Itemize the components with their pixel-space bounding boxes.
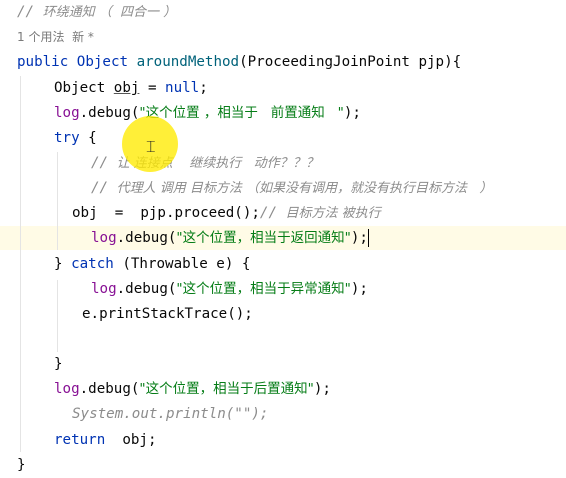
text-caret	[367, 229, 369, 247]
close-brace: }	[17, 457, 26, 473]
usage-hint-label[interactable]: 1 个用法 新 *	[17, 30, 94, 44]
usage-hint[interactable]: 1 个用法 新 *	[17, 25, 566, 49]
method-name[interactable]: aroundMethod	[137, 54, 240, 70]
call-end: );	[343, 105, 361, 121]
indent-guide	[57, 152, 58, 250]
debug-call: .debug(	[116, 230, 177, 246]
string-literal: "这个位置 ，相当于 前置通知 "	[139, 105, 344, 121]
print-stack-call: e.printStackTrace();	[82, 306, 253, 322]
string-literal: "这个位置，相当于返回通知"	[176, 230, 351, 246]
comment-slashes: //	[259, 205, 286, 221]
log-field[interactable]: log	[91, 230, 117, 246]
code-line-sysout[interactable]: System.out.println("");	[72, 402, 566, 426]
open-brace: {	[79, 130, 97, 146]
log-field[interactable]: log	[91, 281, 117, 297]
modifiers: public Object	[17, 54, 137, 70]
method-params: (ProceedingJoinPoint pjp){	[239, 54, 462, 70]
code-line-log-before[interactable]: log.debug("这个位置 ，相当于 前置通知 ");	[54, 101, 566, 125]
code-line-log-exception[interactable]: log.debug("这个位置，相当于异常通知");	[91, 277, 566, 301]
return-value: obj;	[105, 432, 157, 448]
comment-text: 环绕通知 （ 四合一 ）	[42, 5, 177, 20]
debug-call: .debug(	[79, 105, 140, 121]
variable-obj[interactable]: obj	[114, 80, 140, 96]
call-end: );	[313, 381, 331, 397]
code-line-log-after[interactable]: log.debug("这个位置，相当于后置通知");	[54, 377, 566, 401]
code-line-log-return[interactable]: log.debug("这个位置，相当于返回通知");	[91, 226, 566, 250]
code-line-close-try[interactable]: }	[54, 352, 566, 376]
code-line-close-method[interactable]: }	[17, 453, 566, 477]
catch-keyword: catch	[71, 256, 114, 272]
code-line-catch[interactable]: } catch (Throwable e) {	[54, 252, 566, 276]
null-keyword: null	[165, 80, 200, 96]
debug-call: .debug(	[79, 381, 140, 397]
code-line-method-signature[interactable]: public Object aroundMethod(ProceedingJoi…	[17, 50, 566, 74]
comment-text: 代理人 调用 目标方法 （如果没有调用，就没有执行目标方法 ）	[116, 181, 493, 196]
proceed-call: = pjp.proceed();	[97, 205, 260, 221]
code-line-return[interactable]: return obj;	[54, 428, 566, 452]
code-line-declaration[interactable]: Object obj = null;	[54, 76, 566, 100]
assign-operator: =	[139, 80, 166, 96]
return-keyword: return	[54, 432, 106, 448]
log-field[interactable]: log	[54, 105, 80, 121]
string-literal: "这个位置，相当于后置通知"	[139, 381, 314, 397]
indent-guide	[20, 76, 21, 452]
call-end: );	[350, 230, 368, 246]
code-line-proceed[interactable]: obj = pjp.proceed();// 目标方法 被执行	[72, 201, 566, 225]
call-end: );	[350, 281, 368, 297]
type-name: Object	[54, 80, 114, 96]
code-line-comment-title: // 环绕通知 （ 四合一 ）	[17, 0, 566, 24]
comment-slashes: //	[17, 4, 43, 20]
indent-guide	[57, 280, 58, 352]
sysout-call: System.out.println("");	[72, 406, 269, 422]
comment-slashes: //	[91, 155, 117, 171]
semicolon: ;	[199, 80, 208, 96]
code-line-print-stack[interactable]: e.printStackTrace();	[82, 302, 566, 326]
log-field[interactable]: log	[54, 381, 80, 397]
string-literal: "这个位置，相当于异常通知"	[176, 281, 351, 297]
close-brace: }	[54, 356, 63, 372]
variable-obj[interactable]: obj	[72, 205, 98, 221]
comment-slashes: //	[91, 180, 117, 196]
catch-params: (Throwable e) {	[113, 256, 251, 272]
try-keyword: try	[54, 130, 80, 146]
code-line-comment-2: // 代理人 调用 目标方法 （如果没有调用，就没有执行目标方法 ）	[91, 176, 566, 200]
comment-text: 目标方法 被执行	[285, 206, 381, 221]
close-brace: }	[54, 256, 72, 272]
debug-call: .debug(	[116, 281, 177, 297]
text-cursor-icon: ⌶	[146, 137, 156, 156]
